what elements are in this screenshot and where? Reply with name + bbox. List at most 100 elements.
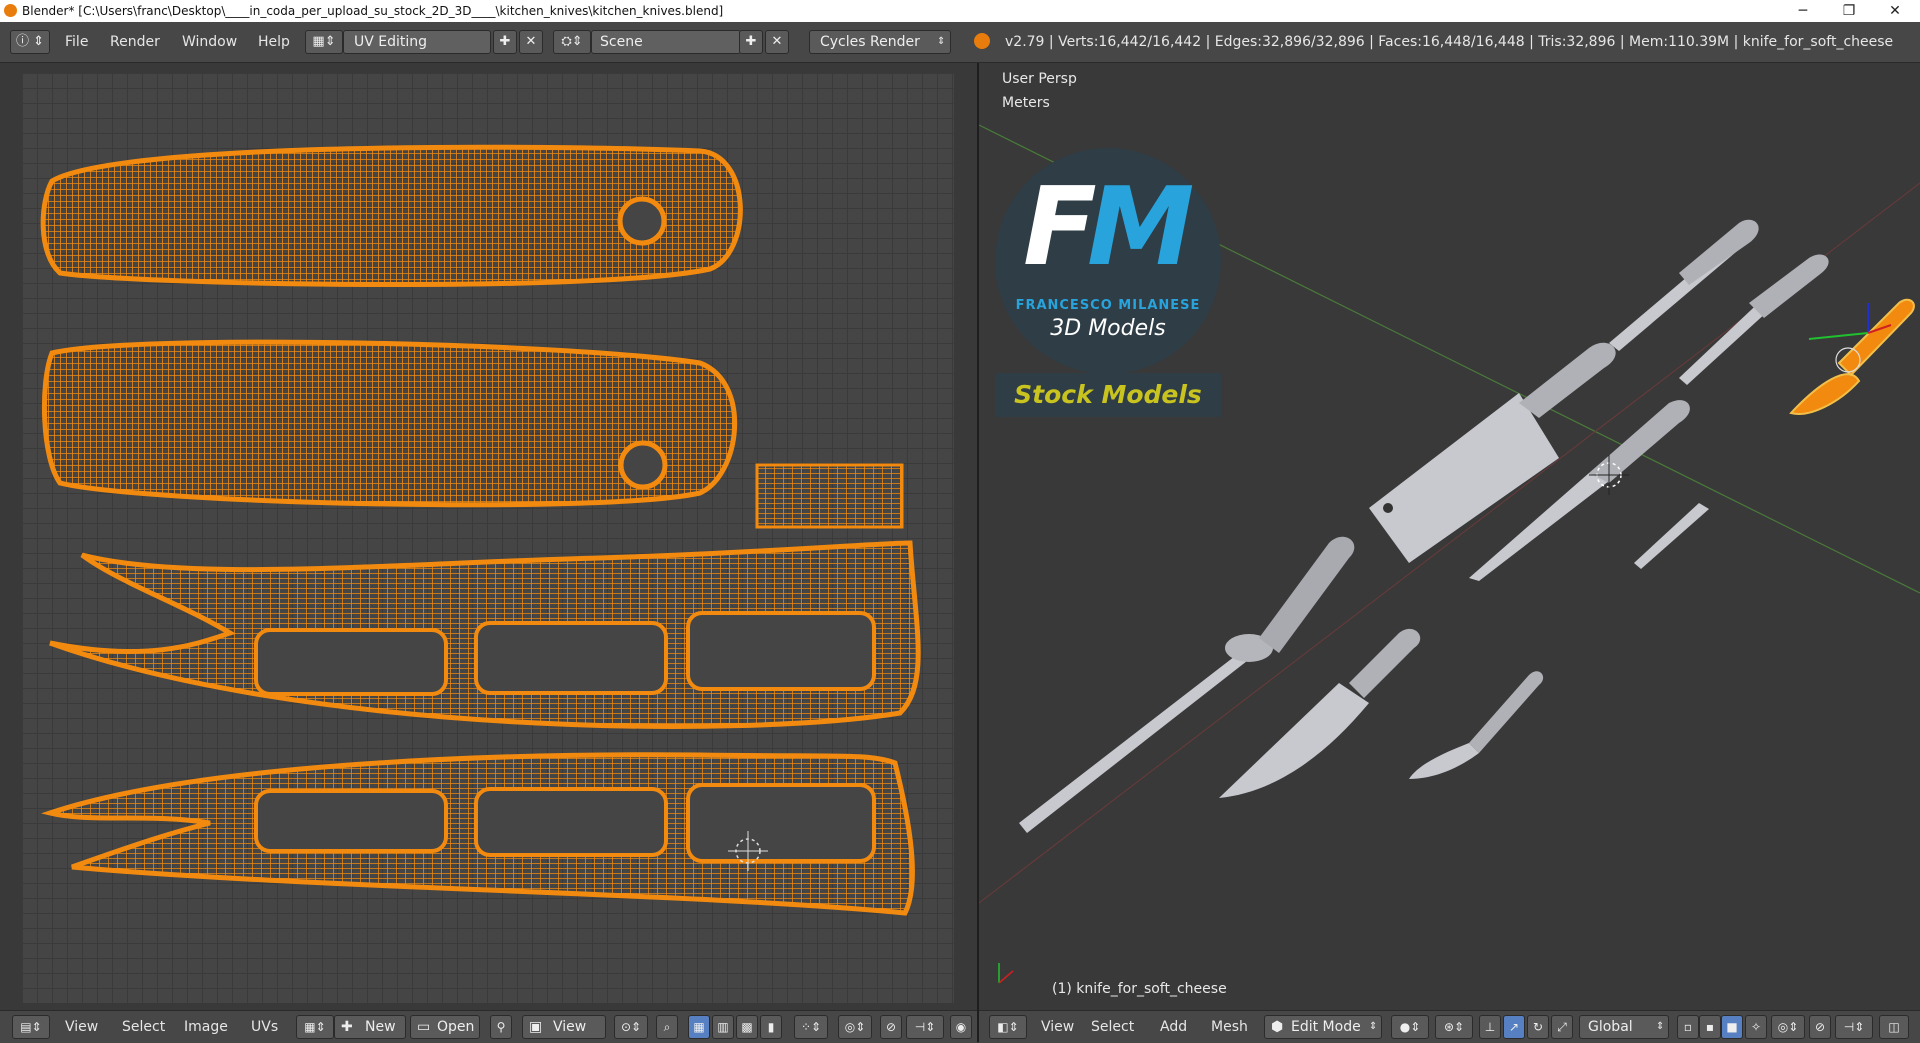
screen-layout-field[interactable]: UV Editing [343, 30, 491, 54]
face-mode-icon[interactable]: ■ [1721, 1015, 1743, 1039]
honing-steel [1019, 536, 1355, 833]
image-browse-icon[interactable]: ▦⇕ [296, 1015, 334, 1039]
delete-scene-icon[interactable]: ✕ [765, 30, 789, 54]
snap-element-icon[interactable]: ⊣⇕ [906, 1015, 944, 1039]
logo-letter-m: M [1087, 165, 1195, 290]
opengl-render-icon[interactable]: ◫ [1879, 1015, 1909, 1039]
screen-layout-name: UV Editing [354, 34, 428, 50]
stock-models-banner: Stock Models [995, 373, 1221, 417]
uv-menu-uvs[interactable]: UVs [251, 1019, 278, 1035]
render-engine-label: Cycles Render [820, 34, 920, 50]
uv-island-handle-bottom[interactable] [41, 339, 737, 508]
sync-selection-icon[interactable]: ⌕ [656, 1015, 678, 1039]
axis-gizmo-icon [998, 963, 1014, 984]
mode-dropdown[interactable]: ⬢ Edit Mode ⇕ [1264, 1015, 1382, 1039]
menu-file[interactable]: File [65, 34, 88, 50]
edge-select-icon[interactable]: ▥ [712, 1015, 734, 1039]
sticky-mode-icon[interactable]: ⁘⇕ [794, 1015, 828, 1039]
view-mode-dropdown[interactable]: ▣ View [522, 1015, 606, 1039]
uv-menu-select[interactable]: Select [122, 1019, 165, 1035]
logo-subtitle: 3D Models [1050, 316, 1166, 341]
window-title: Blender* [C:\Users\franc\Desktop\____in_… [22, 4, 724, 18]
dropdown-arrows-icon: ⇕ [937, 36, 946, 47]
vertex-mode-icon[interactable]: ▫ [1677, 1015, 1699, 1039]
uv-menu-image[interactable]: Image [184, 1019, 228, 1035]
edit-mode-icon: ⬢ [1271, 1019, 1284, 1035]
shading-icon[interactable]: ●⇕ [1391, 1015, 1429, 1039]
maximize-button[interactable]: ❐ [1826, 0, 1872, 22]
menu-render[interactable]: Render [110, 34, 160, 50]
open-image-label: Open [437, 1019, 475, 1035]
blender-logo-icon [4, 4, 17, 17]
menu-window[interactable]: Window [182, 34, 237, 50]
minimize-button[interactable]: ─ [1780, 0, 1826, 22]
uv-image-editor[interactable] [0, 63, 977, 1010]
view-name: User Persp [1002, 71, 1077, 87]
vp-menu-mesh[interactable]: Mesh [1211, 1019, 1248, 1035]
manipulator-icon[interactable]: ⊥ [1479, 1015, 1501, 1039]
orientation-arrows-icon: ⇕ [1656, 1021, 1665, 1032]
window-titlebar: Blender* [C:\Users\franc\Desktop\____in_… [0, 0, 1920, 22]
logo-author: FRANCESCO MILANESE [1015, 298, 1201, 313]
blender-version-icon [974, 33, 990, 49]
knife-cleaver [1369, 342, 1616, 563]
scene-statistics: v2.79 | Verts:16,442/16,442 | Edges:32,8… [1005, 34, 1894, 50]
add-scene-icon[interactable]: ✚ [739, 30, 763, 54]
uv-island-blade-bottom[interactable] [41, 752, 915, 916]
folder-icon: ▭ [417, 1019, 431, 1035]
3d-viewport[interactable]: User Persp Meters F M FRANCESCO MILANESE… [979, 63, 1920, 1010]
scene-icon[interactable]: ⛭⇕ [553, 30, 591, 54]
uv-island-small-rect[interactable] [755, 463, 904, 529]
knife-small-bottom [1409, 671, 1544, 779]
editor-type-info-icon[interactable]: ⓘ ⇕ [10, 30, 50, 54]
proportional-editing-icon[interactable]: ◎⇕ [1771, 1015, 1805, 1039]
info-header: ⓘ ⇕ File Render Window Help ▦⇕ UV Editin… [0, 22, 1920, 63]
add-screen-icon[interactable]: ✚ [493, 30, 517, 54]
logo-letter-f: F [1023, 165, 1097, 290]
close-button[interactable]: ✕ [1872, 0, 1918, 22]
open-image-button[interactable]: ▭ Open [410, 1015, 480, 1039]
pivot-point-icon[interactable]: ⊛⇕ [1435, 1015, 1473, 1039]
translate-icon[interactable]: ↗ [1503, 1015, 1525, 1039]
uv-menu-view[interactable]: View [65, 1019, 98, 1035]
island-select-icon[interactable]: ▮ [760, 1015, 782, 1039]
snap-icon[interactable]: ⊘ [880, 1015, 902, 1039]
mode-label: Edit Mode [1291, 1019, 1361, 1035]
scene-field[interactable]: Scene [591, 30, 741, 54]
vertex-select-icon[interactable]: ▦ [688, 1015, 710, 1039]
scale-icon[interactable]: ⤢ [1551, 1015, 1573, 1039]
pivot-icon[interactable]: ⊙⇕ [614, 1015, 648, 1039]
vp-menu-view[interactable]: View [1041, 1019, 1074, 1035]
screen-layout-icon[interactable]: ▦⇕ [305, 30, 343, 54]
new-image-button[interactable]: ✚ New [334, 1015, 406, 1039]
uv-editor-header: ▤⇕ View Select Image UVs ▦⇕ ✚ New ▭ Open… [0, 1010, 977, 1043]
uv-island-blade-top[interactable] [49, 540, 921, 729]
delete-screen-icon[interactable]: ✕ [519, 30, 543, 54]
edge-mode-icon[interactable]: ▪ [1699, 1015, 1721, 1039]
occlude-geometry-icon[interactable]: ✧ [1745, 1015, 1767, 1039]
active-object-label: (1) knife_for_soft_cheese [1052, 981, 1227, 997]
menu-help[interactable]: Help [258, 34, 290, 50]
proportional-edit-icon[interactable]: ◎⇕ [838, 1015, 872, 1039]
uv-islands[interactable] [0, 63, 977, 1010]
fm-logo: F M FRANCESCO MILANESE 3D Models [995, 148, 1221, 374]
uv-island-handle-top[interactable] [40, 144, 743, 288]
knife-for-soft-cheese-selected[interactable] [1789, 298, 1915, 415]
vp-menu-add[interactable]: Add [1160, 1019, 1187, 1035]
editor-type-icon[interactable]: ▤⇕ [12, 1015, 50, 1039]
snap-toggle-icon[interactable]: ⊘ [1809, 1015, 1831, 1039]
orientation-dropdown[interactable]: Global ⇕ [1579, 1015, 1669, 1039]
rotate-icon[interactable]: ↻ [1527, 1015, 1549, 1039]
orientation-label: Global [1588, 1019, 1633, 1035]
scene-name: Scene [600, 34, 643, 50]
view-mode-label: View [553, 1019, 587, 1035]
face-select-icon[interactable]: ▩ [736, 1015, 758, 1039]
pin-icon[interactable]: ⚲ [490, 1015, 512, 1039]
render-icon[interactable]: ◉ [950, 1015, 972, 1039]
render-engine-dropdown[interactable]: Cycles Render ⇕ [809, 30, 951, 54]
mode-arrows-icon: ⇕ [1369, 1021, 1378, 1032]
vp-menu-select[interactable]: Select [1091, 1019, 1134, 1035]
viewport-editor-type-icon[interactable]: ◧⇕ [989, 1015, 1027, 1039]
snap-target-icon[interactable]: ⊣⇕ [1835, 1015, 1873, 1039]
new-image-label: New [365, 1019, 396, 1035]
